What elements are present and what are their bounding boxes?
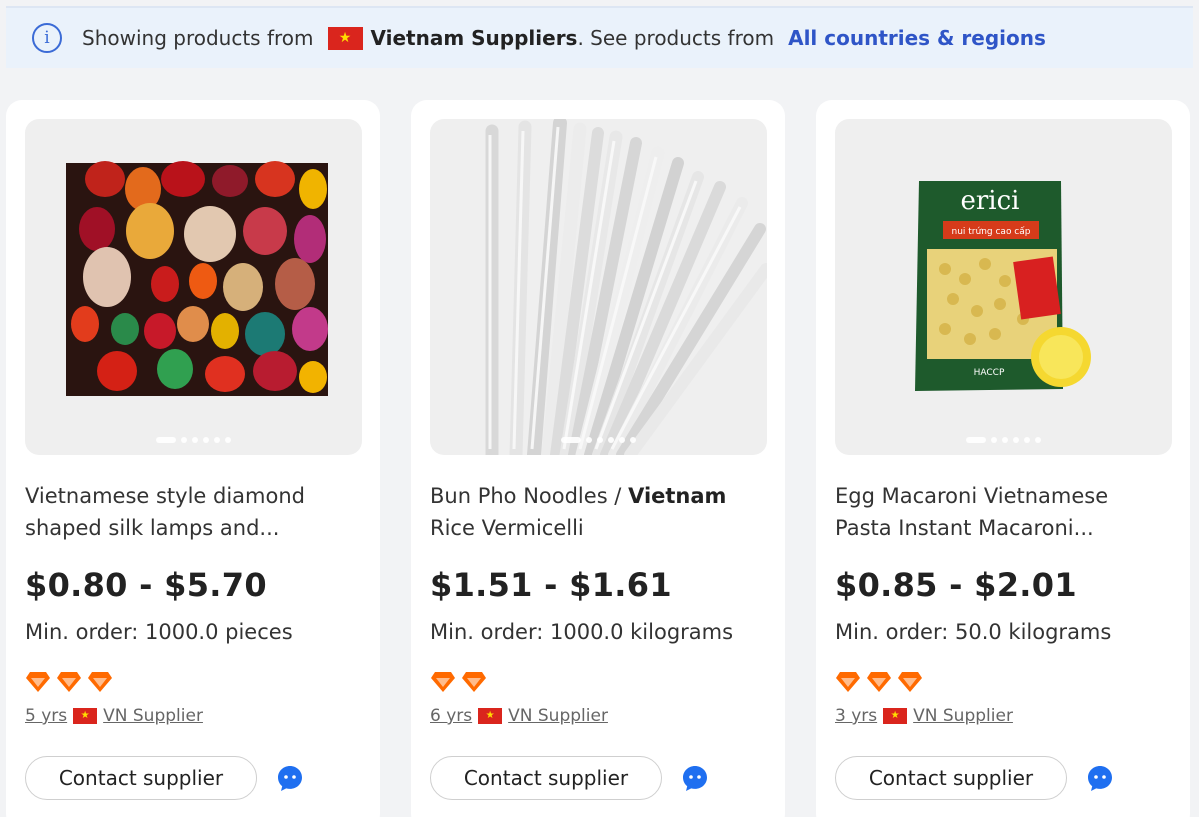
product-price: $0.80 - $5.70	[25, 566, 267, 604]
product-price: $1.51 - $1.61	[430, 566, 672, 604]
carousel-dot[interactable]	[1013, 437, 1019, 443]
image-carousel-dots[interactable]	[835, 437, 1172, 443]
product-title[interactable]: Bun Pho Noodles / Vietnam Rice Vermicell…	[430, 480, 760, 544]
carousel-dot[interactable]	[608, 437, 614, 443]
bag-tagline: nui trứng cao cấp	[952, 226, 1031, 237]
vietnam-flag-icon: ★	[478, 708, 503, 724]
vietnam-flag-icon: ★	[73, 708, 98, 724]
carousel-dot[interactable]	[192, 437, 198, 443]
bag-badge: HACCP	[974, 368, 1005, 378]
diamond-icon	[462, 672, 486, 692]
contact-supplier-button[interactable]: Contact supplier	[430, 756, 662, 800]
product-title[interactable]: Vietnamese style diamond shaped silk lam…	[25, 480, 355, 544]
chat-icon[interactable]	[1086, 764, 1114, 792]
image-carousel-dots[interactable]	[25, 437, 362, 443]
supplier-meta: 5 yrs ★ VN Supplier	[25, 706, 203, 726]
product-image[interactable]: nui trứng cao cấp erici HACCP	[835, 119, 1172, 455]
diamond-icon	[898, 672, 922, 692]
vietnam-flag-icon: ★	[883, 708, 908, 724]
bag-brand: erici	[960, 186, 1019, 216]
supplier-link[interactable]: VN Supplier	[103, 706, 203, 726]
min-order: Min. order: 50.0 kilograms	[835, 620, 1112, 644]
carousel-dot[interactable]	[1002, 437, 1008, 443]
product-price: $0.85 - $2.01	[835, 566, 1077, 604]
banner-country: Vietnam Suppliers	[370, 26, 578, 50]
min-order: Min. order: 1000.0 kilograms	[430, 620, 734, 644]
product-image[interactable]	[430, 119, 767, 455]
image-carousel-dots[interactable]	[430, 437, 767, 443]
info-icon: i	[32, 23, 62, 53]
supplier-link[interactable]: VN Supplier	[508, 706, 608, 726]
rice-vermicelli-image	[485, 119, 767, 455]
carousel-dot[interactable]	[966, 437, 986, 443]
country-filter-banner: i Showing products from ★ Vietnam Suppli…	[6, 6, 1193, 68]
title-highlight: Vietnam	[628, 484, 727, 508]
supplier-rating	[25, 671, 113, 693]
diamond-icon	[836, 672, 860, 692]
title-part: Bun Pho Noodles /	[430, 484, 629, 508]
diamond-icon	[88, 672, 112, 692]
contact-supplier-button[interactable]: Contact supplier	[25, 756, 257, 800]
carousel-dot[interactable]	[1035, 437, 1041, 443]
supplier-link[interactable]: VN Supplier	[913, 706, 1013, 726]
carousel-dot[interactable]	[991, 437, 997, 443]
supplier-rating	[835, 671, 923, 693]
macaroni-bag-image: nui trứng cao cấp erici HACCP	[915, 181, 1091, 391]
supplier-meta: 3 yrs ★ VN Supplier	[835, 706, 1013, 726]
carousel-dot[interactable]	[181, 437, 187, 443]
all-regions-link[interactable]: All countries & regions	[788, 26, 1046, 50]
supplier-years[interactable]: 6 yrs	[430, 706, 472, 726]
product-image[interactable]	[25, 119, 362, 455]
banner-middle: . See products from	[577, 26, 775, 50]
product-card[interactable]: Bun Pho Noodles / Vietnam Rice Vermicell…	[411, 100, 785, 817]
product-card[interactable]: nui trứng cao cấp erici HACCP Egg Macaro…	[816, 100, 1190, 817]
carousel-dot[interactable]	[586, 437, 592, 443]
diamond-icon	[431, 672, 455, 692]
min-order: Min. order: 1000.0 pieces	[25, 620, 293, 644]
carousel-dot[interactable]	[225, 437, 231, 443]
supplier-rating	[430, 671, 487, 693]
chat-icon[interactable]	[276, 764, 304, 792]
diamond-icon	[57, 672, 81, 692]
contact-supplier-button[interactable]: Contact supplier	[835, 756, 1067, 800]
carousel-dot[interactable]	[619, 437, 625, 443]
carousel-dot[interactable]	[630, 437, 636, 443]
carousel-dot[interactable]	[203, 437, 209, 443]
vietnam-flag-icon: ★	[327, 26, 363, 50]
product-title[interactable]: Egg Macaroni Vietnamese Pasta Instant Ma…	[835, 480, 1165, 544]
product-card[interactable]: Vietnamese style diamond shaped silk lam…	[6, 100, 380, 817]
carousel-dot[interactable]	[214, 437, 220, 443]
banner-prefix: Showing products from	[82, 26, 314, 50]
diamond-icon	[26, 672, 50, 692]
carousel-dot[interactable]	[156, 437, 176, 443]
carousel-dot[interactable]	[1024, 437, 1030, 443]
title-part: Rice Vermicelli	[430, 516, 584, 540]
diamond-icon	[867, 672, 891, 692]
carousel-dot[interactable]	[597, 437, 603, 443]
supplier-years[interactable]: 3 yrs	[835, 706, 877, 726]
supplier-years[interactable]: 5 yrs	[25, 706, 67, 726]
silk-lanterns-image	[66, 161, 328, 396]
carousel-dot[interactable]	[561, 437, 581, 443]
supplier-meta: 6 yrs ★ VN Supplier	[430, 706, 608, 726]
chat-icon[interactable]	[681, 764, 709, 792]
